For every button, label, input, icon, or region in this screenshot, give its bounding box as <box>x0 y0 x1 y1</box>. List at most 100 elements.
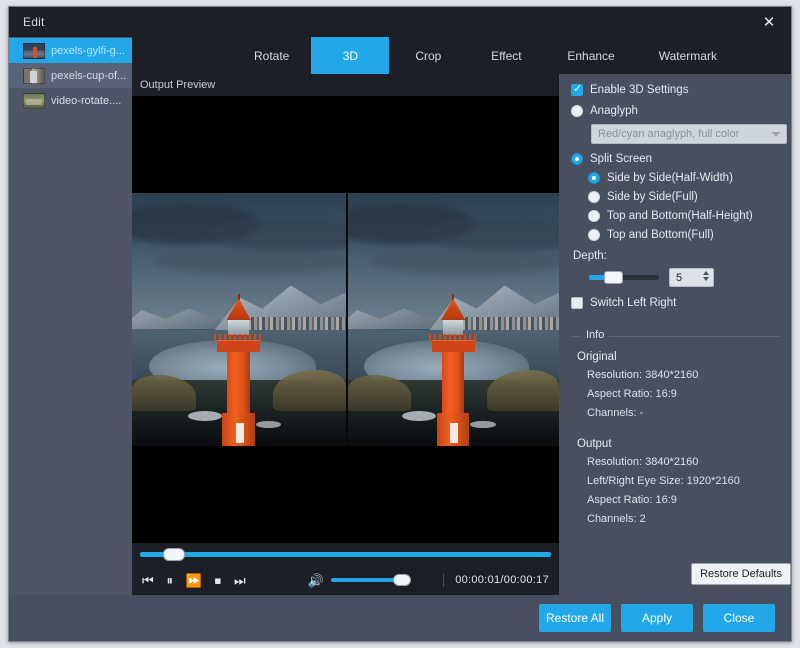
sidebar-item-label: video-rotate.... <box>51 95 121 107</box>
split-option-label: Top and Bottom(Full) <box>607 229 714 241</box>
split-screen-preview <box>132 193 559 446</box>
split-screen-radio[interactable] <box>571 153 583 165</box>
tab-effect[interactable]: Effect <box>467 37 545 74</box>
tab-crop[interactable]: Crop <box>389 37 467 74</box>
stepper-up-icon[interactable] <box>703 271 709 275</box>
restore-all-button[interactable]: Restore All <box>539 604 611 632</box>
split-option-radio[interactable] <box>588 210 600 222</box>
anaglyph-select-value: Red/cyan anaglyph, full color <box>598 128 739 140</box>
info-group: Info Original Resolution: 3840*2160 Aspe… <box>571 336 779 532</box>
info-box: Original Resolution: 3840*2160 Aspect Ra… <box>571 336 779 525</box>
video-preview <box>132 96 559 543</box>
stepper-down-icon[interactable] <box>703 277 709 281</box>
timecode: 00:00:01/00:00:17 <box>455 574 549 586</box>
info-original-channels: Channels: - <box>587 407 779 419</box>
edit-window: Edit ✕ pexels-gylfi-g... pexels-cup-of..… <box>8 6 792 642</box>
info-output-resolution: Resolution: 3840*2160 <box>587 456 779 468</box>
window-title: Edit <box>23 15 44 29</box>
info-original-aspect: Aspect Ratio: 16:9 <box>587 388 779 400</box>
switch-lr-row[interactable]: Switch Left Right <box>571 297 779 309</box>
seek-handle[interactable] <box>163 548 185 561</box>
split-screen-label: Split Screen <box>590 153 652 165</box>
close-button[interactable]: Close <box>703 604 775 632</box>
stop-icon[interactable]: ⏹ <box>214 572 222 588</box>
video-thumbnail-icon <box>23 93 45 109</box>
title-bar: Edit ✕ <box>9 7 791 37</box>
split-option-label: Top and Bottom(Half-Height) <box>607 210 753 222</box>
switch-left-right-checkbox[interactable] <box>571 297 583 309</box>
pause-icon[interactable]: ⏸ <box>166 572 174 588</box>
info-legend: Info <box>581 329 609 341</box>
depth-slider-handle[interactable] <box>604 271 623 284</box>
scene-image <box>348 193 560 446</box>
info-output-channels: Channels: 2 <box>587 513 779 525</box>
scene-image <box>132 193 346 446</box>
anaglyph-select[interactable]: Red/cyan anaglyph, full color <box>591 124 787 144</box>
volume-group: 🔊 <box>308 572 409 588</box>
anaglyph-label: Anaglyph <box>590 105 638 117</box>
seek-bar[interactable] <box>140 552 551 557</box>
split-option-label: Side by Side(Full) <box>607 191 698 203</box>
skip-previous-icon[interactable]: ⏮ <box>142 572 154 588</box>
settings-panel: Enable 3D Settings Anaglyph Red/cyan ana… <box>559 74 791 595</box>
center-column: Rotate 3D Crop Effect Enhance Watermark … <box>132 37 791 595</box>
anaglyph-row[interactable]: Anaglyph <box>571 105 779 117</box>
preview-right-eye <box>346 193 560 446</box>
anaglyph-radio[interactable] <box>571 105 583 117</box>
enable-3d-row[interactable]: Enable 3D Settings <box>571 84 779 96</box>
depth-label: Depth: <box>573 250 779 262</box>
info-original-resolution: Resolution: 3840*2160 <box>587 369 779 381</box>
seek-bar-wrap <box>132 543 559 565</box>
tab-watermark[interactable]: Watermark <box>637 37 739 74</box>
split-screen-row[interactable]: Split Screen <box>571 153 779 165</box>
volume-slider[interactable] <box>331 578 409 582</box>
sidebar-item-1[interactable]: pexels-cup-of... <box>9 63 132 88</box>
enable-3d-checkbox[interactable] <box>571 84 583 96</box>
depth-slider[interactable] <box>589 275 659 280</box>
file-list-sidebar: pexels-gylfi-g... pexels-cup-of... video… <box>9 37 132 595</box>
tab-rotate[interactable]: Rotate <box>232 37 311 74</box>
info-output-heading: Output <box>577 438 779 450</box>
depth-row: 5 <box>589 268 779 287</box>
sidebar-item-label: pexels-gylfi-g... <box>51 45 125 57</box>
switch-left-right-label: Switch Left Right <box>590 297 676 309</box>
apply-button[interactable]: Apply <box>621 604 693 632</box>
video-thumbnail-icon <box>23 43 45 59</box>
sidebar-item-2[interactable]: video-rotate.... <box>9 88 132 113</box>
split-option-3[interactable]: Top and Bottom(Full) <box>588 229 779 241</box>
close-icon[interactable]: ✕ <box>747 7 791 37</box>
enable-3d-label: Enable 3D Settings <box>590 84 688 96</box>
split-option-radio[interactable] <box>588 191 600 203</box>
tab-bar: Rotate 3D Crop Effect Enhance Watermark <box>132 37 791 74</box>
split-option-1[interactable]: Side by Side(Full) <box>588 191 779 203</box>
fast-forward-icon[interactable]: ⏩ <box>186 572 202 588</box>
tab-3d[interactable]: 3D <box>311 37 389 74</box>
volume-icon[interactable]: 🔊 <box>308 572 324 588</box>
volume-handle[interactable] <box>393 574 411 586</box>
tab-enhance[interactable]: Enhance <box>545 37 636 74</box>
window-body: pexels-gylfi-g... pexels-cup-of... video… <box>9 37 791 595</box>
sidebar-item-0[interactable]: pexels-gylfi-g... <box>9 38 132 63</box>
preview-left-eye <box>132 193 346 446</box>
video-thumbnail-icon <box>23 68 45 84</box>
stepper-arrows[interactable] <box>697 271 709 281</box>
player-controls: ⏮ ⏸ ⏩ ⏹ ⏭ 🔊 00: <box>132 543 559 595</box>
transport-controls: ⏮ ⏸ ⏩ ⏹ ⏭ 🔊 00: <box>132 565 559 595</box>
chevron-down-icon <box>772 132 780 137</box>
split-option-radio[interactable] <box>588 229 600 241</box>
info-output-aspect: Aspect Ratio: 16:9 <box>587 494 779 506</box>
depth-stepper[interactable]: 5 <box>669 268 714 287</box>
depth-value: 5 <box>670 272 682 284</box>
footer-bar: Restore All Apply Close <box>9 595 791 641</box>
divider <box>443 574 444 587</box>
info-output-eye-size: Left/Right Eye Size: 1920*2160 <box>587 475 779 487</box>
skip-next-icon[interactable]: ⏭ <box>234 572 246 588</box>
output-preview-label: Output Preview <box>132 74 559 96</box>
restore-defaults-button[interactable]: Restore Defaults <box>691 563 791 585</box>
split-option-2[interactable]: Top and Bottom(Half-Height) <box>588 210 779 222</box>
split-option-radio[interactable] <box>588 172 600 184</box>
split-option-0[interactable]: Side by Side(Half-Width) <box>588 172 779 184</box>
preview-column: Output Preview <box>132 74 559 595</box>
sidebar-item-label: pexels-cup-of... <box>51 70 126 82</box>
split-option-label: Side by Side(Half-Width) <box>607 172 733 184</box>
